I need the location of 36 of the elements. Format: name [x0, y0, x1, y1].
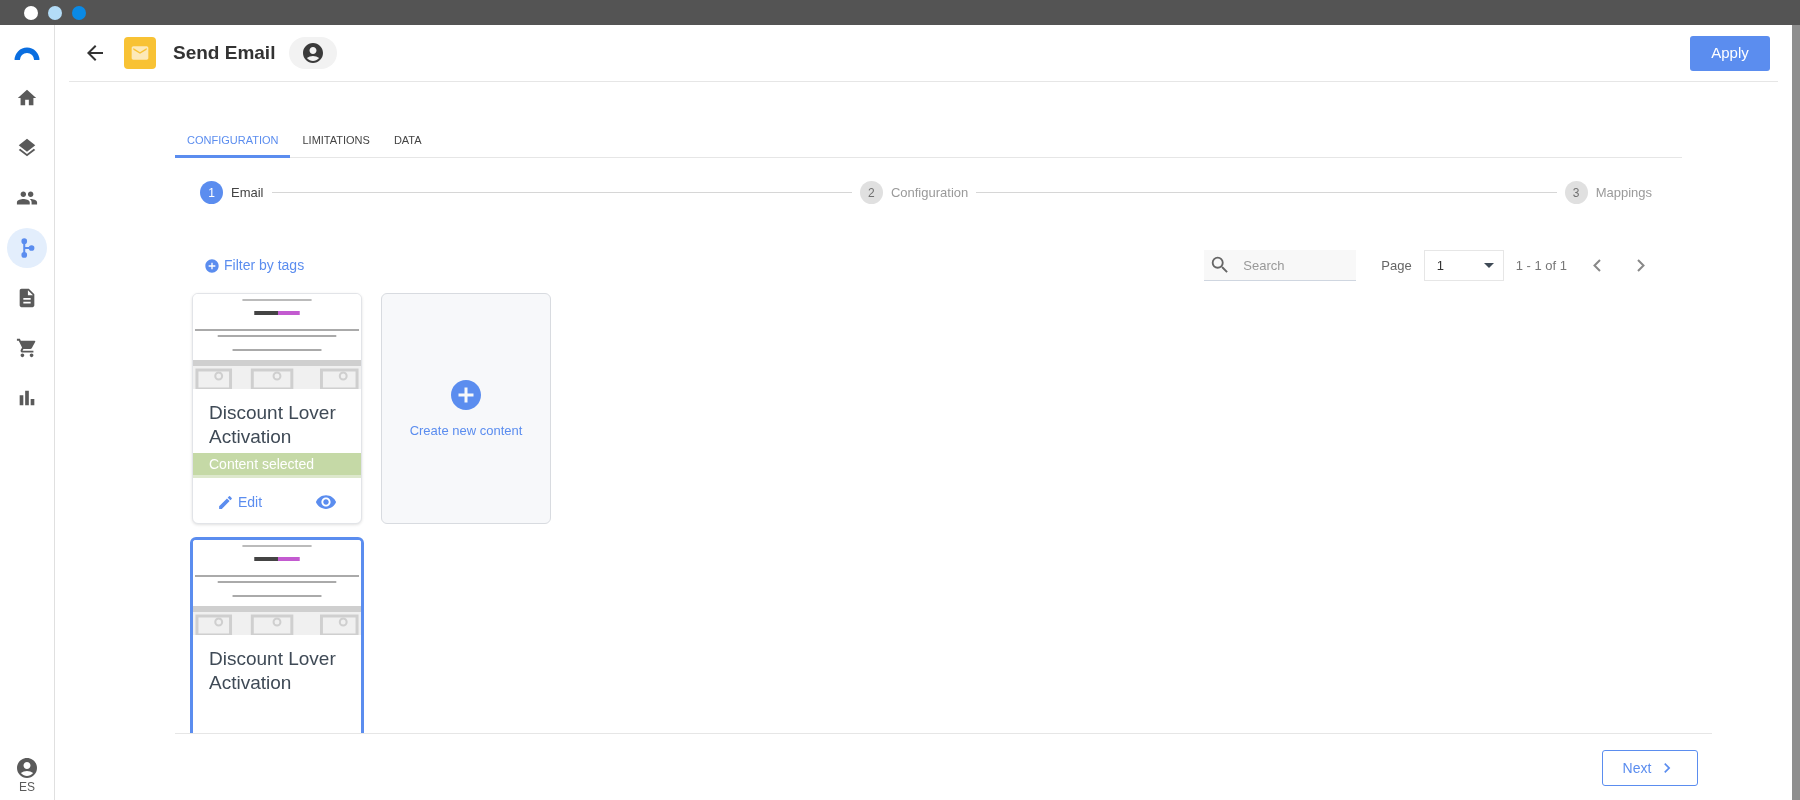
- plus-icon: [204, 257, 220, 274]
- page-range: 1 - 1 of 1: [1515, 256, 1567, 275]
- step-label: Mappings: [1595, 183, 1652, 202]
- step-number: 2: [859, 181, 883, 204]
- mail-icon: [124, 37, 156, 69]
- page-title: Send Email: [173, 40, 276, 65]
- step-label: Email: [231, 183, 264, 202]
- tab[interactable]: LIMITATIONS: [290, 125, 382, 158]
- card-title: Discount Lover Activation: [208, 647, 337, 695]
- cart-icon: [16, 337, 38, 359]
- sidebar-item[interactable]: [7, 228, 47, 268]
- user-initials: ES: [19, 780, 35, 794]
- search-field[interactable]: Search: [1204, 250, 1357, 281]
- page-label: Page: [1381, 256, 1412, 275]
- layers-icon: [16, 137, 38, 159]
- caret-icon: [1483, 263, 1494, 268]
- account-icon: [15, 756, 39, 780]
- window-control[interactable]: [24, 5, 38, 20]
- user-menu[interactable]: ES: [15, 756, 39, 794]
- previous-page-button[interactable]: [1593, 259, 1601, 272]
- content-card[interactable]: Discount Lover Activation: [190, 537, 364, 733]
- step-label: Configuration: [890, 183, 969, 202]
- status-banner: Content selected: [193, 453, 361, 478]
- content-card[interactable]: Discount Lover Activation Content selected Edit: [192, 293, 362, 524]
- step-number: 1: [200, 181, 223, 204]
- tab[interactable]: DATA: [381, 125, 434, 158]
- chevron-left-icon: [1593, 259, 1601, 272]
- chevron-right-icon: [1637, 259, 1645, 272]
- next-page-button[interactable]: [1637, 259, 1645, 272]
- page-select[interactable]: 1: [1423, 250, 1504, 281]
- window-control[interactable]: [48, 5, 62, 20]
- card-title: Discount Lover Activation: [208, 401, 337, 449]
- account-icon: [301, 41, 326, 65]
- step-number: 3: [1564, 181, 1588, 204]
- pencil-icon: [217, 493, 234, 511]
- account-button[interactable]: [289, 37, 338, 69]
